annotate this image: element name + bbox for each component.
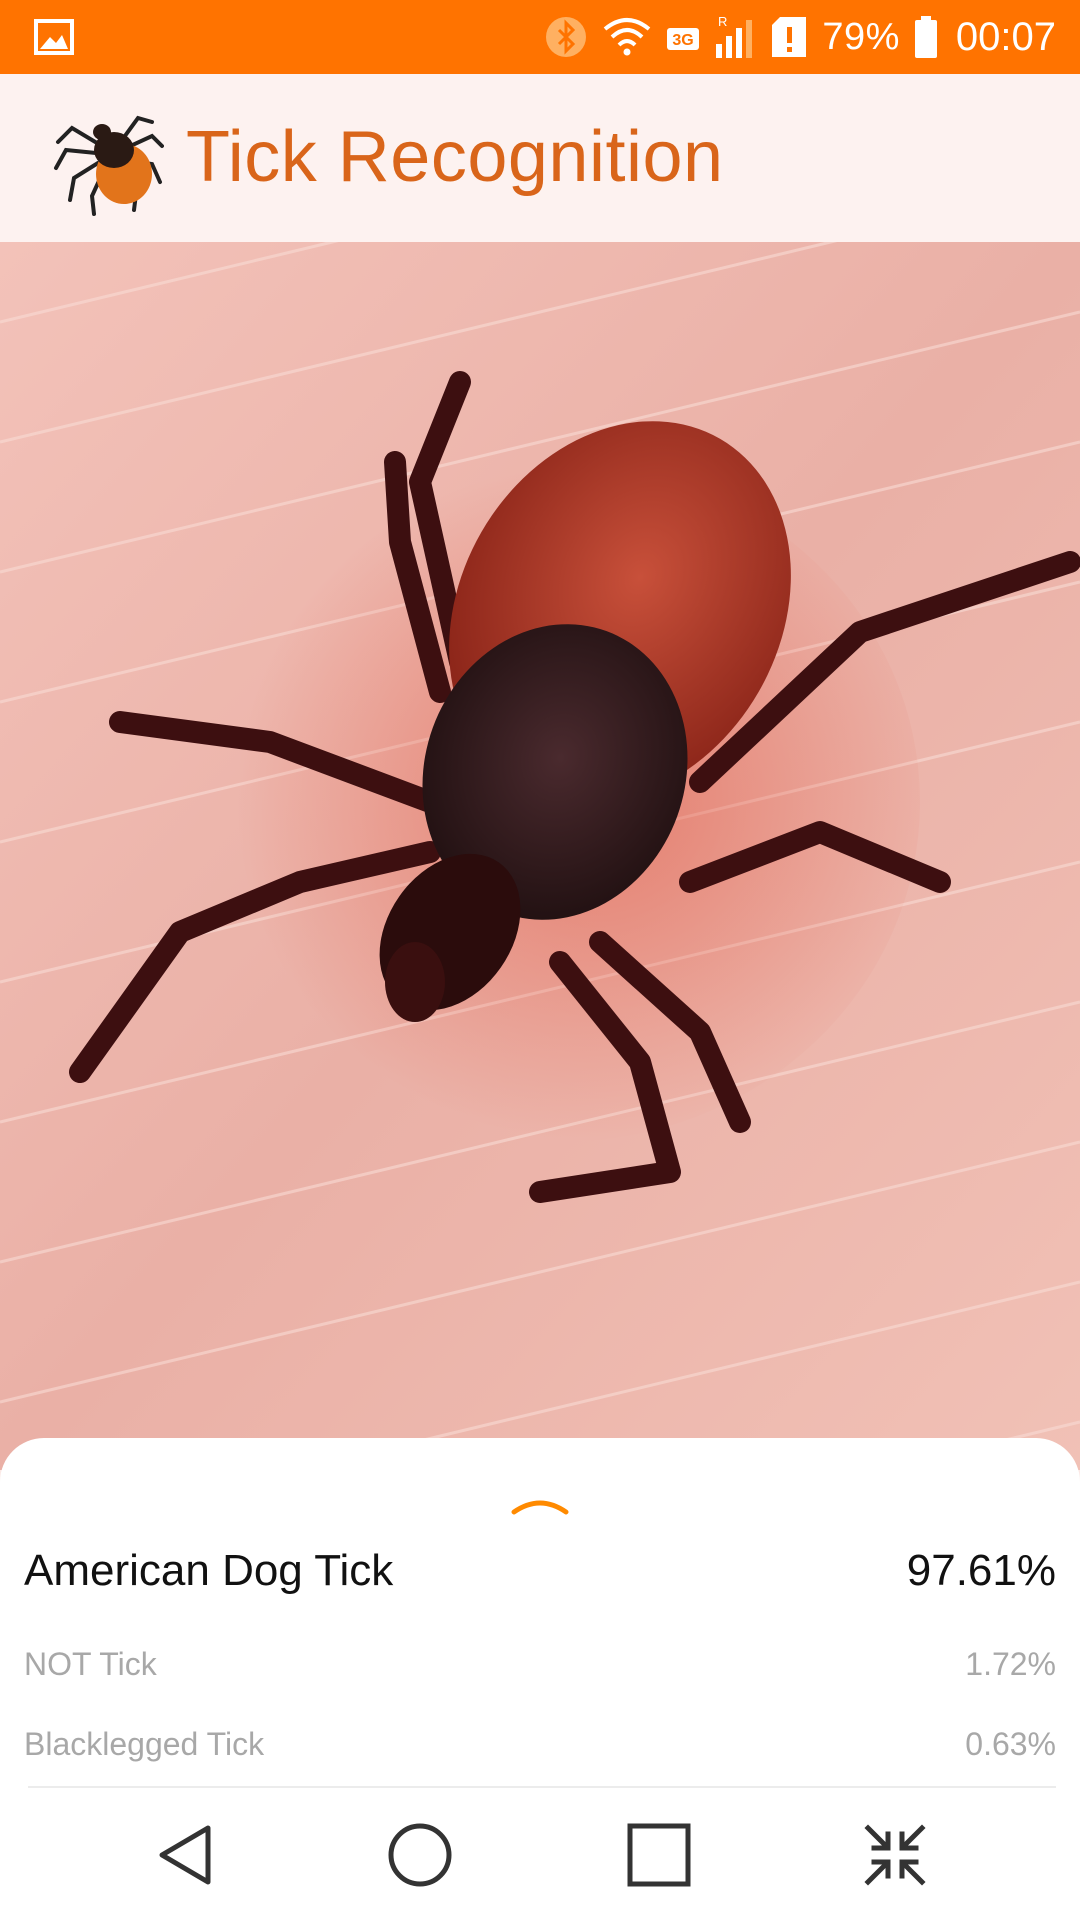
result-label: Blacklegged Tick bbox=[24, 1726, 265, 1762]
wifi-icon bbox=[602, 17, 652, 57]
svg-text:R: R bbox=[718, 14, 727, 29]
back-icon[interactable] bbox=[140, 1810, 230, 1900]
result-label: American Dog Tick bbox=[24, 1546, 394, 1595]
chevron-up-icon[interactable] bbox=[510, 1492, 570, 1516]
result-value: 0.63% bbox=[965, 1726, 1056, 1762]
status-bar: 3G R 79% 00:07 bbox=[0, 0, 1080, 74]
gallery-icon bbox=[34, 17, 74, 57]
bluetooth-icon bbox=[544, 15, 588, 59]
collapse-icon[interactable] bbox=[850, 1810, 940, 1900]
result-value: 97.61% bbox=[906, 1546, 1056, 1595]
signal-icon: R bbox=[714, 14, 756, 60]
clock: 00:07 bbox=[955, 14, 1056, 59]
nav-bar bbox=[0, 1790, 1080, 1920]
sd-card-alert-icon bbox=[770, 15, 808, 59]
tick-photo bbox=[0, 242, 1080, 1470]
result-row: Blacklegged Tick 0.63% bbox=[24, 1726, 1056, 1763]
divider bbox=[28, 1786, 1056, 1788]
battery-percent: 79% bbox=[822, 15, 900, 58]
result-label: NOT Tick bbox=[24, 1646, 157, 1682]
app-header: Tick Recognition bbox=[0, 74, 1080, 242]
battery-icon bbox=[914, 15, 938, 59]
network-type: 3G bbox=[666, 22, 700, 52]
recents-icon[interactable] bbox=[614, 1810, 704, 1900]
home-icon[interactable] bbox=[375, 1810, 465, 1900]
result-row: NOT Tick 1.72% bbox=[24, 1646, 1056, 1683]
svg-text:3G: 3G bbox=[673, 32, 694, 49]
result-row-top: American Dog Tick 97.61% bbox=[24, 1546, 1056, 1596]
result-value: 1.72% bbox=[965, 1646, 1056, 1682]
app-title: Tick Recognition bbox=[186, 117, 724, 197]
tick-logo-icon bbox=[52, 98, 164, 216]
